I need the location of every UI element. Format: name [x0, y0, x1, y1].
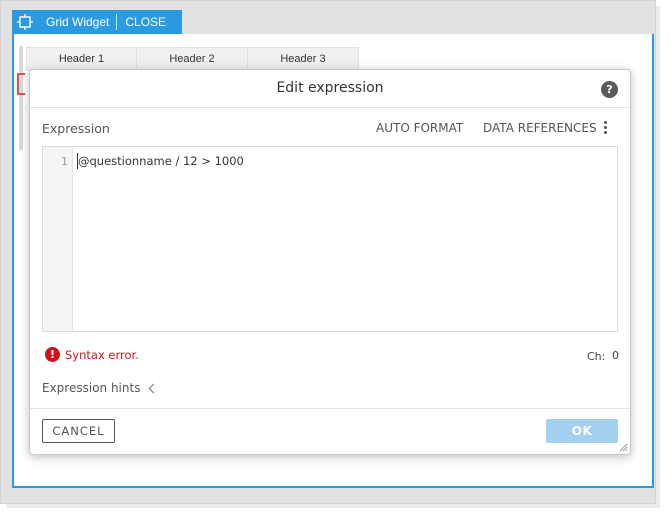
char-position-value: 0	[612, 349, 619, 362]
expression-hints-toggle[interactable]: Expression hints	[42, 381, 159, 395]
char-position-label: Ch:	[587, 350, 606, 363]
chevron-left-icon	[149, 383, 159, 393]
error-icon: !	[45, 347, 60, 362]
grid-side-bar	[19, 46, 23, 150]
widget-title: Grid Widget	[46, 15, 110, 29]
dialog-header: Edit expression ?	[30, 70, 630, 108]
grid-table: Header 1 Header 2 Header 3	[26, 47, 359, 71]
data-references-button[interactable]: DATA REFERENCES	[483, 121, 597, 135]
widget-tab: Grid Widget CLOSE	[12, 10, 182, 34]
canvas-shadow	[656, 6, 660, 506]
error-text: Syntax error.	[65, 347, 139, 362]
close-widget-button[interactable]: CLOSE	[117, 15, 174, 29]
cancel-button[interactable]: CANCEL	[42, 419, 115, 443]
expression-editor[interactable]: 1 @questionname / 12 > 1000	[42, 146, 618, 332]
expression-label: Expression	[42, 121, 110, 136]
help-icon[interactable]: ?	[601, 81, 618, 98]
grid-header-2[interactable]: Header 2	[137, 47, 248, 71]
line-number: 1	[61, 155, 68, 168]
auto-format-button[interactable]: AUTO FORMAT	[376, 121, 463, 135]
grid-widget-icon[interactable]	[12, 10, 38, 34]
ok-button[interactable]: OK	[546, 419, 618, 443]
line-number-gutter: 1	[43, 147, 73, 331]
dialog-footer: CANCEL OK	[30, 408, 630, 454]
error-message: ! Syntax error.	[45, 347, 139, 362]
more-options-icon[interactable]	[600, 119, 610, 137]
grid-header-3[interactable]: Header 3	[248, 47, 359, 71]
resize-grip-icon[interactable]	[618, 442, 628, 452]
edit-expression-dialog: Edit expression ? Expression AUTO FORMAT…	[29, 69, 631, 455]
canvas-shadow	[6, 504, 660, 508]
dialog-title: Edit expression	[276, 80, 384, 96]
grid-header-1[interactable]: Header 1	[26, 47, 137, 71]
expression-code-line[interactable]: @questionname / 12 > 1000	[78, 154, 244, 168]
expression-hints-label: Expression hints	[42, 381, 141, 395]
selection-marker	[17, 73, 25, 95]
